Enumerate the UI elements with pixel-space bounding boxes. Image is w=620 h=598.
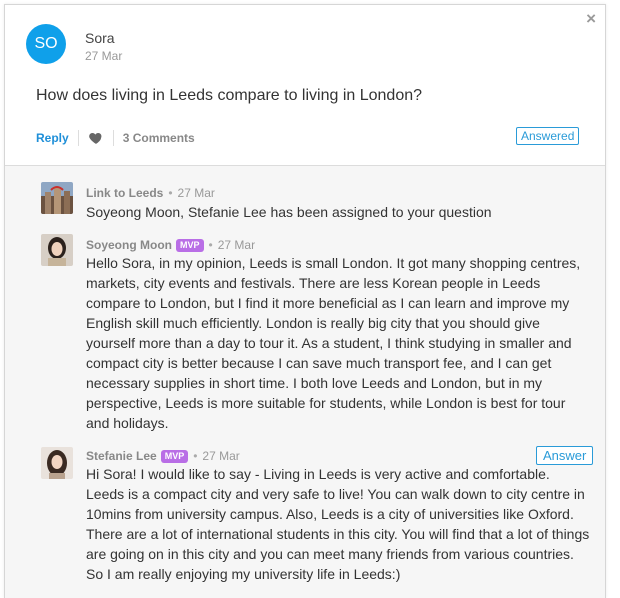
heart-icon[interactable] bbox=[88, 130, 104, 146]
question-text: How does living in Leeds compare to livi… bbox=[36, 87, 423, 104]
comment-text: Soyeong Moon, Stefanie Lee has been assi… bbox=[86, 204, 492, 220]
comments-section: Link to Leeds • 27 Mar Soyeong Moon, Ste… bbox=[5, 165, 605, 598]
post-actions: Reply 3 Comments bbox=[36, 129, 195, 147]
comment-header: Stefanie Lee MVP • 27 Mar bbox=[86, 449, 240, 463]
reply-button[interactable]: Reply bbox=[36, 131, 69, 145]
divider bbox=[77, 130, 79, 146]
comment-author[interactable]: Link to Leeds bbox=[86, 186, 163, 200]
post-author[interactable]: Sora bbox=[85, 30, 115, 46]
comment-text: Hi Sora! I would like to say - Living in… bbox=[86, 466, 590, 582]
separator-dot: • bbox=[193, 449, 198, 463]
post-date: 27 Mar bbox=[85, 49, 123, 63]
mvp-badge: MVP bbox=[176, 238, 204, 252]
close-icon[interactable]: × bbox=[586, 9, 596, 29]
separator-dot: • bbox=[168, 186, 173, 200]
answer-button[interactable]: Answer bbox=[536, 446, 594, 465]
divider bbox=[112, 130, 114, 146]
avatar[interactable]: SO bbox=[26, 24, 66, 64]
comments-count-link[interactable]: 3 Comments bbox=[123, 131, 195, 145]
mvp-badge: MVP bbox=[160, 449, 189, 463]
status-badge: Answered bbox=[516, 127, 580, 145]
avatar[interactable] bbox=[41, 234, 73, 266]
comment-date: 27 Mar bbox=[217, 238, 256, 252]
comment-header: Link to Leeds • 27 Mar bbox=[86, 186, 215, 200]
comment-author[interactable]: Stefanie Lee bbox=[86, 449, 157, 463]
avatar[interactable] bbox=[41, 447, 73, 479]
avatar[interactable] bbox=[41, 182, 73, 214]
comment-date: 27 Mar bbox=[202, 449, 240, 463]
separator-dot: • bbox=[208, 238, 213, 252]
comment-text: Hello Sora, in my opinion, Leeds is smal… bbox=[86, 255, 581, 431]
question-card: × SO Sora 27 Mar How does living in Leed… bbox=[4, 4, 606, 598]
comment-author[interactable]: Soyeong Moon bbox=[86, 238, 172, 252]
comment-header: Soyeong Moon MVP • 27 Mar bbox=[86, 238, 255, 252]
comment-date: 27 Mar bbox=[177, 186, 215, 200]
